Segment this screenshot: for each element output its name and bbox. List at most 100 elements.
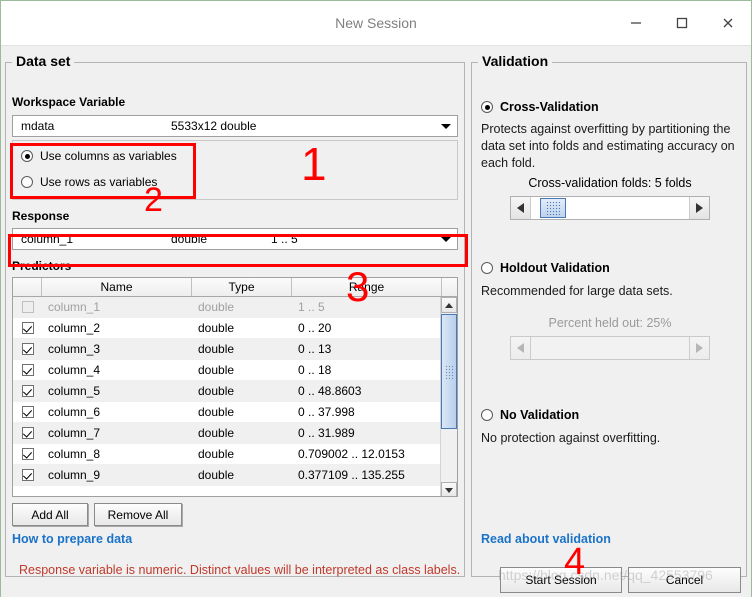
how-to-prepare-data-link[interactable]: How to prepare data <box>12 532 132 546</box>
title-bar: New Session <box>1 1 751 46</box>
row-checkbox-cell[interactable] <box>13 465 42 485</box>
row-checkbox-cell[interactable] <box>13 402 42 422</box>
cross-validation-folds-label: Cross-validation folds: 5 folds <box>528 176 692 190</box>
checkbox-checked-icon[interactable] <box>21 448 34 460</box>
predictors-table[interactable]: Name Type Range column_1 double 1 .. 5 colu… <box>12 277 458 497</box>
radio-columns-icon <box>21 150 33 162</box>
row-range-cell: 0 .. 31.989 <box>298 426 355 440</box>
row-checkbox-cell[interactable] <box>13 339 42 359</box>
response-name: column_1 <box>21 232 74 246</box>
table-row[interactable]: column_6 double 0 .. 37.998 <box>13 402 457 423</box>
table-row[interactable]: column_3 double 0 .. 13 <box>13 339 457 360</box>
no-validation-description: No protection against overfitting. <box>481 431 661 445</box>
row-range-cell: 0 .. 20 <box>298 321 332 335</box>
slider-grip-icon <box>546 201 560 215</box>
new-session-dialog: New Session Data set Workspace Variable <box>0 0 752 597</box>
row-name-cell: column_5 <box>48 384 101 398</box>
row-range-cell: 0.709002 .. 12.0153 <box>298 447 405 461</box>
row-name-cell: column_4 <box>48 363 101 377</box>
maximize-button[interactable] <box>659 1 705 44</box>
folds-slider-decrease-button[interactable] <box>511 197 531 219</box>
predictors-label: Predictors <box>12 259 72 273</box>
checkbox-checked-icon[interactable] <box>21 427 34 439</box>
holdout-slider-increase-button[interactable] <box>689 337 709 359</box>
table-row[interactable]: column_7 double 0 .. 31.989 <box>13 423 457 444</box>
data-set-group: Data set Workspace Variable mdata 5533x1… <box>5 53 465 577</box>
table-row[interactable]: column_4 double 0 .. 18 <box>13 360 457 381</box>
table-header-row: Name Type Range <box>13 278 457 297</box>
status-message: Response variable is numeric. Distinct v… <box>19 563 461 577</box>
row-checkbox-cell[interactable] <box>13 360 42 380</box>
radio-no-validation-label: No Validation <box>500 408 580 422</box>
radio-rows-icon <box>21 176 33 188</box>
radio-cross-validation-icon <box>481 101 493 113</box>
minimize-icon <box>631 21 641 24</box>
folds-slider-increase-button[interactable] <box>689 197 709 219</box>
add-all-button[interactable]: Add All <box>12 503 88 526</box>
table-row[interactable]: column_5 double 0 .. 48.8603 <box>13 381 457 402</box>
response-type: double <box>171 232 208 246</box>
table-header-range[interactable]: Range <box>292 278 442 296</box>
row-name-cell: column_6 <box>48 405 101 419</box>
checkbox-checked-icon[interactable] <box>21 343 34 355</box>
minimize-button[interactable] <box>613 1 659 44</box>
table-scrollbar[interactable] <box>440 297 457 496</box>
scrollbar-grip-icon <box>445 364 453 379</box>
caret-right-icon <box>696 343 703 353</box>
radio-no-validation-icon <box>481 409 493 421</box>
table-row[interactable]: column_8 double 0.709002 .. 12.0153 <box>13 444 457 465</box>
scrollbar-thumb[interactable] <box>441 314 457 429</box>
row-checkbox-cell[interactable] <box>13 318 42 338</box>
row-range-cell: 0 .. 37.998 <box>298 405 355 419</box>
caret-left-icon <box>517 343 524 353</box>
row-type-cell: double <box>198 447 235 461</box>
cross-validation-folds-slider[interactable] <box>510 196 710 220</box>
table-header-type[interactable]: Type <box>192 278 292 296</box>
row-checkbox-cell[interactable] <box>13 444 42 464</box>
radio-rows-label: Use rows as variables <box>40 175 158 189</box>
radio-cross-validation[interactable]: Cross-Validation <box>481 100 599 114</box>
table-row[interactable]: column_2 double 0 .. 20 <box>13 318 457 339</box>
checkbox-checked-icon[interactable] <box>21 469 34 481</box>
validation-group-title: Validation <box>478 53 553 69</box>
checkbox-checked-icon[interactable] <box>21 322 34 334</box>
holdout-percent-label: Percent held out: 25% <box>548 316 672 330</box>
checkbox-unchecked-icon[interactable] <box>21 301 34 313</box>
table-row[interactable]: column_1 double 1 .. 5 <box>13 297 457 318</box>
table-row[interactable]: column_9 double 0.377109 .. 135.255 <box>13 465 457 486</box>
row-range-cell: 0.377109 .. 135.255 <box>298 468 405 482</box>
scroll-down-button[interactable] <box>441 482 457 496</box>
radio-holdout-validation-label: Holdout Validation <box>500 261 610 275</box>
checkbox-checked-icon[interactable] <box>21 364 34 376</box>
holdout-percent-slider[interactable] <box>510 336 710 360</box>
checkbox-checked-icon[interactable] <box>21 406 34 418</box>
response-range: 1 .. 5 <box>271 232 298 246</box>
radio-use-columns-as-variables[interactable]: Use columns as variables <box>21 149 177 163</box>
holdout-slider-decrease-button[interactable] <box>511 337 531 359</box>
scroll-up-button[interactable] <box>441 297 457 313</box>
radio-holdout-validation[interactable]: Holdout Validation <box>481 261 610 275</box>
caret-left-icon <box>517 203 524 213</box>
row-checkbox-cell[interactable] <box>13 423 42 443</box>
folds-slider-thumb[interactable] <box>540 198 566 218</box>
row-checkbox-cell[interactable] <box>13 297 42 317</box>
remove-all-button[interactable]: Remove All <box>94 503 182 526</box>
data-set-group-title: Data set <box>12 53 75 69</box>
checkbox-checked-icon[interactable] <box>21 385 34 397</box>
row-range-cell: 1 .. 5 <box>298 300 325 314</box>
row-type-cell: double <box>198 384 235 398</box>
read-about-validation-link[interactable]: Read about validation <box>481 532 611 546</box>
radio-no-validation[interactable]: No Validation <box>481 408 579 422</box>
row-name-cell: column_3 <box>48 342 101 356</box>
chevron-down-icon <box>441 124 451 129</box>
close-button[interactable] <box>705 1 751 44</box>
radio-use-rows-as-variables[interactable]: Use rows as variables <box>21 175 157 189</box>
workspace-variable-combo[interactable]: mdata 5533x12 double <box>12 115 458 137</box>
row-checkbox-cell[interactable] <box>13 381 42 401</box>
workspace-variable-size: 5533x12 double <box>171 119 257 133</box>
radio-cross-validation-label: Cross-Validation <box>500 100 599 114</box>
response-combo[interactable]: column_1 double 1 .. 5 <box>12 228 458 250</box>
table-header-check <box>13 278 42 296</box>
maximize-icon <box>676 17 688 28</box>
table-header-name[interactable]: Name <box>42 278 192 296</box>
